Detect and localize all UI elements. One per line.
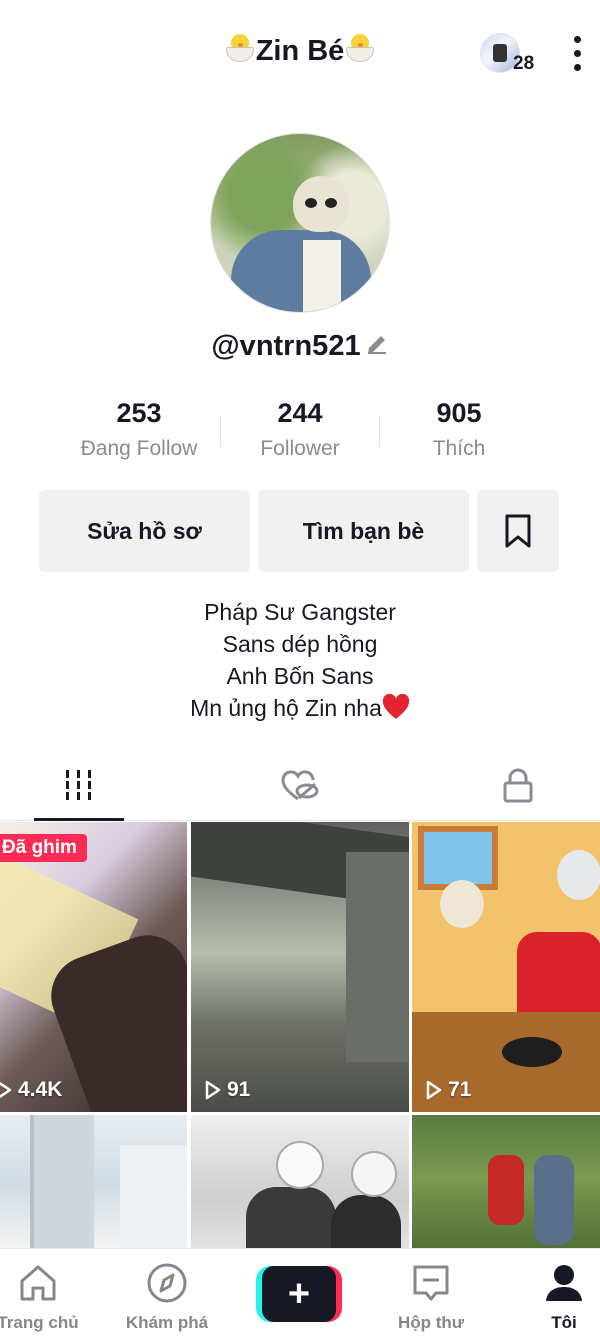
play-icon xyxy=(426,1080,442,1100)
likes-count: 905 xyxy=(436,398,482,428)
video-thumbnail[interactable] xyxy=(191,1115,409,1255)
profile-views-count: 28 xyxy=(513,53,535,74)
username: @vntrn521 xyxy=(211,330,361,362)
find-friends-label: Tìm bạn bè xyxy=(302,517,425,544)
home-icon xyxy=(20,1265,56,1301)
followers-count: 244 xyxy=(277,398,323,428)
following-count: 253 xyxy=(116,398,162,428)
tab-private[interactable] xyxy=(488,765,548,805)
following-stat[interactable]: 253 Đang Follow xyxy=(59,398,219,461)
pinned-badge: Đã ghim xyxy=(0,834,87,862)
nav-inbox[interactable]: Hộp thư xyxy=(371,1249,491,1336)
compass-icon xyxy=(147,1263,187,1303)
profile-views-button[interactable]: 28 xyxy=(480,33,542,75)
likes-label: Thích xyxy=(432,437,486,460)
play-icon xyxy=(0,1081,12,1099)
plus-icon: + xyxy=(262,1266,336,1322)
video-thumbnail[interactable] xyxy=(412,1115,600,1255)
inbox-icon xyxy=(413,1265,449,1301)
likes-stat[interactable]: 905 Thích xyxy=(379,398,539,461)
nav-profile-label: Tôi xyxy=(551,1313,577,1332)
liked-hidden-icon xyxy=(281,770,319,801)
lock-icon xyxy=(503,768,533,803)
video-thumbnail[interactable]: 91 xyxy=(191,822,409,1112)
bio-line: Pháp Sư Gangster xyxy=(204,599,396,625)
followers-stat[interactable]: 244 Follower xyxy=(220,398,380,461)
profile-bio: Pháp Sư Gangster Sans dép hồng Anh Bốn S… xyxy=(0,596,600,724)
bookmark-icon xyxy=(505,514,531,548)
nav-discover-label: Khám phá xyxy=(125,1313,209,1332)
edit-profile-button[interactable]: Sửa hồ sơ xyxy=(39,490,250,572)
tab-videos[interactable] xyxy=(49,765,109,805)
heart-emoji xyxy=(382,694,410,719)
active-tab-indicator xyxy=(34,818,124,821)
nav-home[interactable]: Trang chủ xyxy=(0,1249,98,1336)
play-icon xyxy=(205,1080,221,1100)
view-count-text: 4.4K xyxy=(18,1078,63,1101)
video-thumbnail[interactable]: 71 xyxy=(412,822,600,1112)
view-count: 4.4K xyxy=(0,1078,62,1102)
view-count-text: 71 xyxy=(448,1078,472,1101)
favorites-button[interactable] xyxy=(477,490,559,572)
nav-discover[interactable]: Khám phá xyxy=(107,1249,227,1336)
grid-icon xyxy=(66,770,91,800)
profile-icon xyxy=(546,1265,582,1301)
tab-liked[interactable] xyxy=(270,765,330,805)
bio-line-text: Mn ủng hộ Zin nha xyxy=(190,695,382,721)
content-tabs xyxy=(0,755,600,821)
chick-emoji xyxy=(344,32,376,64)
profile-title-text: Zin Bé xyxy=(255,35,345,67)
video-thumbnail[interactable]: Đã ghim 4.4K xyxy=(0,822,187,1112)
view-count-text: 91 xyxy=(227,1078,251,1101)
top-header: Zin Bé 28 xyxy=(0,0,600,110)
video-thumbnail[interactable] xyxy=(0,1115,187,1255)
bottom-nav: Trang chủ Khám phá + Hộp thư Tôi xyxy=(0,1248,600,1336)
stats-row: 253 Đang Follow 244 Follower 905 Thích xyxy=(0,398,600,468)
view-count: 91 xyxy=(205,1078,250,1102)
followers-label: Follower xyxy=(260,437,340,460)
edit-profile-label: Sửa hồ sơ xyxy=(87,517,202,544)
following-label: Đang Follow xyxy=(80,437,198,460)
create-button[interactable]: + xyxy=(256,1266,342,1322)
find-friends-button[interactable]: Tìm bạn bè xyxy=(258,490,469,572)
bio-line: Mn ủng hộ Zin nha xyxy=(0,692,600,724)
nav-home-label: Trang chủ xyxy=(0,1313,79,1332)
pencil-icon[interactable] xyxy=(365,332,389,356)
nav-inbox-label: Hộp thư xyxy=(397,1313,465,1332)
bio-line: Anh Bốn Sans xyxy=(226,663,374,689)
profile-avatar[interactable] xyxy=(210,133,390,313)
chick-emoji xyxy=(224,32,256,64)
username-row: @vntrn521 xyxy=(0,330,600,363)
view-count: 71 xyxy=(426,1078,471,1102)
bio-line: Sans dép hồng xyxy=(222,631,378,657)
more-options-button[interactable] xyxy=(566,36,588,76)
more-vertical-icon xyxy=(573,36,581,43)
nav-profile[interactable]: Tôi xyxy=(504,1249,600,1336)
